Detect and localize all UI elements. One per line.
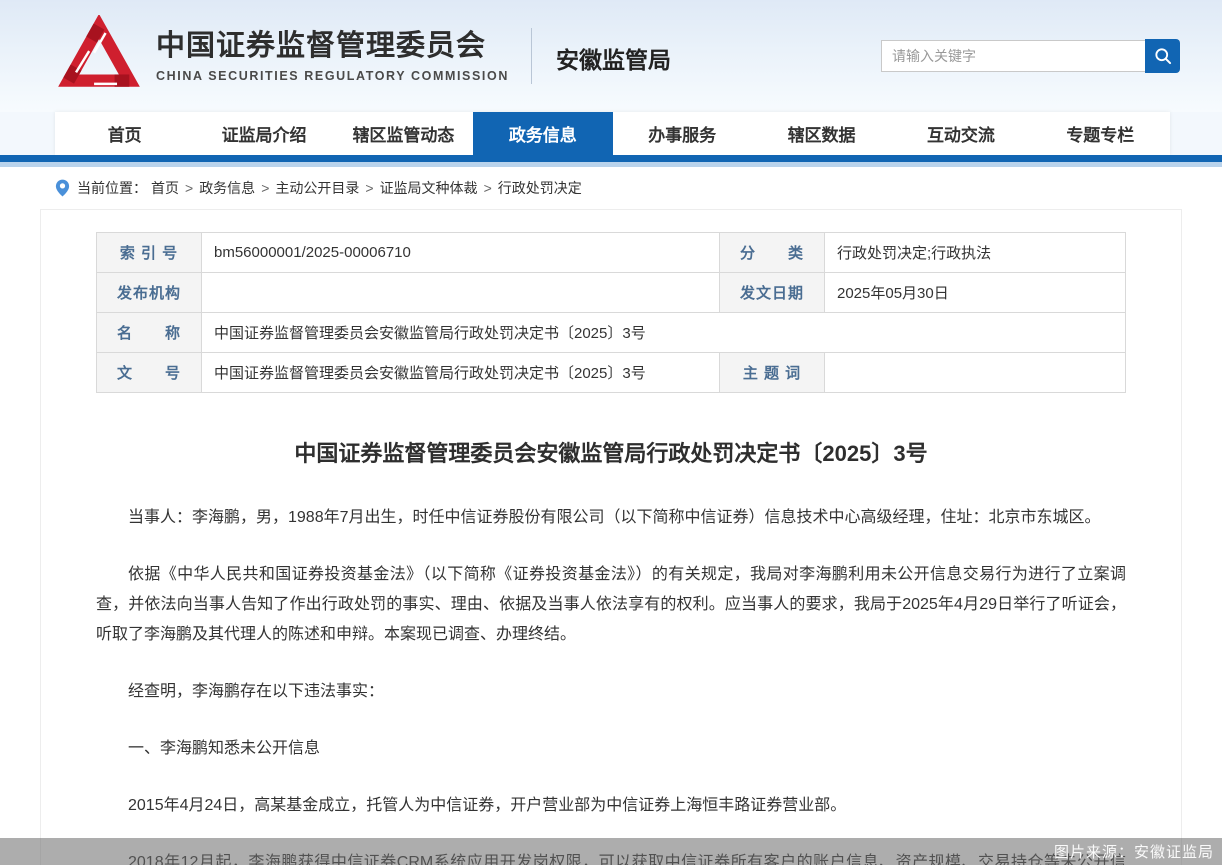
breadcrumb: 当前位置： 首页 > 政务信息 > 主动公开目录 > 证监局文种体裁 > 行政处… bbox=[0, 167, 1222, 209]
site-header: 中国证券监督管理委员会 CHINA SECURITIES REGULATORY … bbox=[0, 0, 1222, 112]
breadcrumb-separator: > bbox=[185, 180, 194, 196]
org-title-block: 中国证券监督管理委员会 CHINA SECURITIES REGULATORY … bbox=[156, 29, 509, 83]
breadcrumb-open-directory[interactable]: 主动公开目录 bbox=[275, 178, 359, 198]
paragraph-party-info: 当事人：李海鹏，男，1988年7月出生，时任中信证券股份有限公司（以下简称中信证… bbox=[128, 509, 1101, 526]
search-button[interactable] bbox=[1145, 39, 1180, 73]
org-name-english: CHINA SECURITIES REGULATORY COMMISSION bbox=[156, 69, 509, 83]
document-title: 中国证券监督管理委员会安徽监管局行政处罚决定书〔2025〕3号 bbox=[294, 441, 928, 466]
issue-date-label: 发文日期 bbox=[719, 272, 825, 313]
paragraph-findings-intro: 经查明，李海鹏存在以下违法事实： bbox=[128, 683, 385, 700]
table-row: 发布机构 发文日期 2025年05月30日 bbox=[96, 272, 1126, 313]
table-row: 名 称 中国证券监督管理委员会安徽监管局行政处罚决定书〔2025〕3号 bbox=[96, 312, 1126, 353]
document-name-label: 名 称 bbox=[96, 312, 202, 353]
document-meta-table: 索 引 号 bm56000001/2025-00006710 分 类 行政处罚决… bbox=[96, 232, 1126, 393]
document-body: 当事人：李海鹏，男，1988年7月出生，时任中信证券股份有限公司（以下简称中信证… bbox=[96, 503, 1126, 865]
table-row: 文 号 中国证券监督管理委员会安徽监管局行政处罚决定书〔2025〕3号 主 题 … bbox=[96, 352, 1126, 393]
index-number-value: bm56000001/2025-00006710 bbox=[201, 232, 720, 273]
nav-item-bureau-intro[interactable]: 证监局介绍 bbox=[194, 112, 333, 155]
index-number-label: 索 引 号 bbox=[96, 232, 202, 273]
issuing-agency-label: 发布机构 bbox=[96, 272, 202, 313]
breadcrumb-prefix: 当前位置： bbox=[77, 180, 147, 196]
nav-item-interaction[interactable]: 互动交流 bbox=[891, 112, 1030, 155]
content-panel: 索 引 号 bm56000001/2025-00006710 分 类 行政处罚决… bbox=[40, 209, 1182, 865]
nav-item-regional-data[interactable]: 辖区数据 bbox=[752, 112, 891, 155]
breadcrumb-home[interactable]: 首页 bbox=[151, 178, 179, 198]
document-number-value: 中国证券监督管理委员会安徽监管局行政处罚决定书〔2025〕3号 bbox=[201, 352, 720, 393]
bureau-name: 安徽监管局 bbox=[555, 47, 671, 73]
breadcrumb-government-info[interactable]: 政务信息 bbox=[199, 178, 255, 198]
location-pin-icon bbox=[55, 179, 70, 197]
breadcrumb-separator: > bbox=[365, 180, 374, 196]
table-row: 索 引 号 bm56000001/2025-00006710 分 类 行政处罚决… bbox=[96, 232, 1126, 273]
paragraph-section-one-heading: 一、李海鹏知悉未公开信息 bbox=[128, 740, 321, 757]
keywords-label: 主 题 词 bbox=[719, 352, 825, 393]
category-value: 行政处罚决定;行政执法 bbox=[824, 232, 1126, 273]
document-number-label: 文 号 bbox=[96, 352, 202, 393]
breadcrumb-separator: > bbox=[261, 180, 270, 196]
search-bar bbox=[881, 39, 1180, 73]
issuing-agency-value bbox=[201, 272, 720, 313]
paragraph-fund-establishment: 2015年4月24日，高某基金成立，托管人为中信证券，开户营业部为中信证券上海恒… bbox=[128, 797, 847, 814]
nav-row: 首页 证监局介绍 辖区监管动态 政务信息 办事服务 辖区数据 互动交流 专题专栏 bbox=[0, 112, 1222, 155]
search-input[interactable] bbox=[881, 40, 1145, 72]
nav-item-regional-dynamics[interactable]: 辖区监管动态 bbox=[334, 112, 473, 155]
paragraph-legal-basis: 依据《中华人民共和国证券投资基金法》（以下简称《证券投资基金法》）的有关规定，我… bbox=[96, 566, 1126, 643]
category-label: 分 类 bbox=[719, 232, 825, 273]
document-name-value: 中国证券监督管理委员会安徽监管局行政处罚决定书〔2025〕3号 bbox=[201, 312, 1126, 353]
image-credit-text: 图片来源：安徽证监局 bbox=[1053, 844, 1214, 861]
nav-item-services[interactable]: 办事服务 bbox=[613, 112, 752, 155]
main-nav: 首页 证监局介绍 辖区监管动态 政务信息 办事服务 辖区数据 互动交流 专题专栏 bbox=[55, 112, 1170, 155]
breadcrumb-separator: > bbox=[483, 180, 492, 196]
csrc-logo-icon[interactable] bbox=[58, 15, 140, 97]
keywords-value bbox=[824, 352, 1126, 393]
image-credit-overlay: 图片来源：安徽证监局 bbox=[0, 838, 1222, 865]
breadcrumb-document-genre[interactable]: 证监局文种体裁 bbox=[380, 178, 478, 198]
search-icon bbox=[1154, 48, 1171, 65]
nav-item-home[interactable]: 首页 bbox=[55, 112, 194, 155]
header-divider bbox=[530, 28, 532, 84]
nav-item-special-topics[interactable]: 专题专栏 bbox=[1031, 112, 1170, 155]
nav-item-government-info[interactable]: 政务信息 bbox=[473, 112, 613, 155]
org-name: 中国证券监督管理委员会 bbox=[156, 30, 487, 62]
breadcrumb-penalty-decision[interactable]: 行政处罚决定 bbox=[498, 178, 582, 198]
issue-date-value: 2025年05月30日 bbox=[824, 272, 1126, 313]
nav-underline-bar bbox=[0, 155, 1222, 162]
